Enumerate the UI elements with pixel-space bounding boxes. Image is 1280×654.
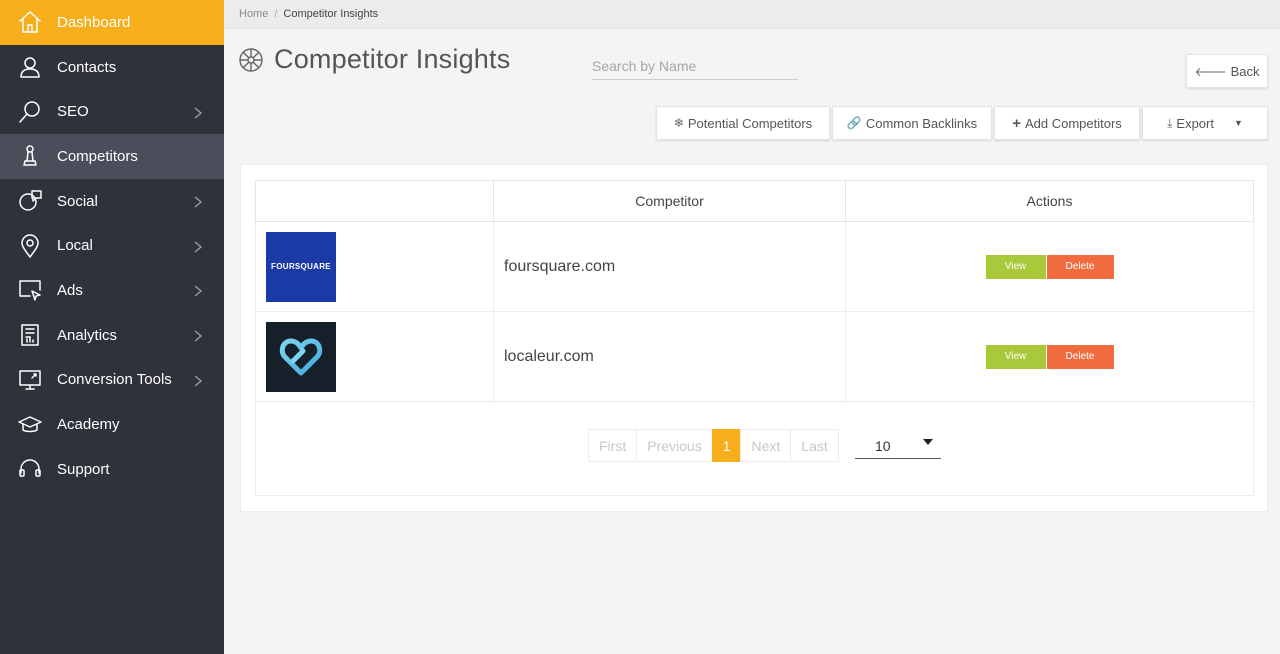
- graduation-cap-icon: [18, 413, 42, 437]
- pagination-current-page[interactable]: 1: [711, 429, 742, 462]
- home-icon: [18, 10, 42, 34]
- pagination: First Previous 1 Next Last: [588, 429, 839, 462]
- cursor-window-icon: [18, 278, 42, 302]
- sidebar-item-local[interactable]: Local: [0, 223, 224, 268]
- chevron-right-icon: [194, 374, 203, 387]
- table-header-row: Competitor Actions: [255, 180, 1254, 222]
- sidebar-item-competitors[interactable]: Competitors: [0, 134, 224, 179]
- map-pin-icon: [18, 234, 42, 258]
- sidebar-item-ads[interactable]: Ads: [0, 268, 224, 313]
- competitors-card: Competitor Actions FOURSQUARE foursquare…: [240, 164, 1268, 512]
- search-input[interactable]: [592, 52, 798, 80]
- sidebar-item-label: Academy: [57, 416, 120, 434]
- breadcrumb: Home / Competitor Insights: [224, 0, 1280, 29]
- sidebar-item-label: Support: [57, 460, 110, 478]
- chevron-right-icon: [194, 106, 203, 119]
- chevron-right-icon: [194, 284, 203, 298]
- competitor-domain: localeur.com: [493, 311, 846, 402]
- sidebar-item-label: Competitors: [57, 147, 138, 165]
- page-header: Competitor Insights: [238, 44, 510, 75]
- link-icon: 🔗: [846, 116, 862, 130]
- view-button[interactable]: View: [985, 344, 1046, 369]
- common-backlinks-label: Common Backlinks: [865, 115, 978, 131]
- caret-down-icon: [923, 439, 933, 445]
- column-header-competitor: Competitor: [493, 180, 846, 222]
- sidebar-item-label: SEO: [57, 103, 89, 121]
- sidebar-item-label: Social: [57, 192, 98, 210]
- add-competitors-button[interactable]: + Add Competitors: [994, 106, 1140, 140]
- table-row: FOURSQUARE foursquare.com View Delete: [255, 221, 1254, 312]
- add-competitors-label: Add Competitors: [1024, 115, 1122, 131]
- caret-down-icon[interactable]: ▼: [1234, 118, 1243, 128]
- sidebar: Dashboard Contacts SEO Competitors Socia…: [0, 0, 224, 654]
- delete-button[interactable]: Delete: [1046, 254, 1114, 279]
- pagination-previous[interactable]: Previous: [636, 429, 713, 462]
- sidebar-item-label: Local: [57, 237, 93, 255]
- potential-competitors-label: Potential Competitors: [687, 115, 813, 131]
- heart-logo-icon: [279, 337, 323, 375]
- actions-cell: View Delete: [845, 221, 1254, 312]
- breadcrumb-separator: /: [274, 8, 278, 20]
- pagination-first[interactable]: First: [588, 429, 638, 462]
- sidebar-item-label: Contacts: [57, 58, 117, 76]
- logo-cell: [255, 311, 494, 402]
- competitor-domain: foursquare.com: [493, 221, 846, 312]
- table-row: localeur.com View Delete: [255, 311, 1254, 402]
- sidebar-item-label: Dashboard: [57, 13, 131, 31]
- breadcrumb-current: Competitor Insights: [283, 8, 379, 20]
- arrow-left-icon: 🡐: [1194, 64, 1227, 79]
- sidebar-item-conversion-tools[interactable]: Conversion Tools: [0, 358, 224, 403]
- view-button[interactable]: View: [985, 254, 1046, 279]
- column-header-actions: Actions: [845, 180, 1254, 222]
- sidebar-item-dashboard[interactable]: Dashboard: [0, 0, 224, 45]
- actions-cell: View Delete: [845, 311, 1254, 402]
- snowflake-icon: ❄: [673, 116, 684, 130]
- sidebar-item-label: Conversion Tools: [57, 371, 172, 389]
- foursquare-logo: FOURSQUARE: [266, 231, 336, 302]
- back-button[interactable]: 🡐 Back: [1186, 54, 1268, 88]
- localeur-logo: [266, 321, 336, 392]
- chevron-right-icon: [194, 195, 203, 208]
- user-icon: [18, 55, 42, 79]
- sidebar-item-label: Ads: [57, 281, 83, 299]
- plus-icon: +: [1012, 114, 1021, 132]
- report-icon: [18, 323, 42, 347]
- page-size-value: 10: [875, 437, 891, 454]
- headset-icon: [18, 457, 42, 481]
- sidebar-item-label: Analytics: [57, 326, 118, 344]
- wheel-icon: [238, 47, 264, 73]
- export-button[interactable]: ⤓ Export ▼: [1142, 106, 1268, 140]
- potential-competitors-button[interactable]: ❄ Potential Competitors: [656, 106, 830, 140]
- page-size-select[interactable]: 10: [855, 433, 941, 459]
- sidebar-item-social[interactable]: Social: [0, 179, 224, 224]
- chevron-right-icon: [194, 329, 203, 342]
- export-label: Export: [1176, 115, 1214, 131]
- download-icon: ⤓: [1167, 115, 1173, 130]
- sidebar-item-academy[interactable]: Academy: [0, 402, 224, 447]
- back-button-label: Back: [1230, 63, 1260, 79]
- column-header-logo: [255, 180, 494, 222]
- magnifier-icon: [18, 100, 42, 124]
- pagination-next[interactable]: Next: [740, 429, 792, 462]
- delete-button[interactable]: Delete: [1046, 344, 1114, 369]
- breadcrumb-home[interactable]: Home: [239, 8, 268, 20]
- monitor-icon: [18, 368, 42, 392]
- sidebar-item-support[interactable]: Support: [0, 447, 224, 492]
- chevron-right-icon: [194, 240, 203, 253]
- sidebar-item-contacts[interactable]: Contacts: [0, 45, 224, 90]
- chess-pawn-icon: [18, 144, 42, 168]
- logo-cell: FOURSQUARE: [255, 221, 494, 312]
- pagination-last[interactable]: Last: [790, 429, 839, 462]
- page-title: Competitor Insights: [274, 44, 511, 74]
- logo-text: FOURSQUARE: [271, 262, 331, 271]
- sidebar-item-analytics[interactable]: Analytics: [0, 313, 224, 358]
- sidebar-item-seo[interactable]: SEO: [0, 89, 224, 134]
- common-backlinks-button[interactable]: 🔗 Common Backlinks: [832, 106, 992, 140]
- main-content: Home / Competitor Insights Competitor In…: [224, 0, 1280, 654]
- social-chat-icon: [18, 189, 42, 213]
